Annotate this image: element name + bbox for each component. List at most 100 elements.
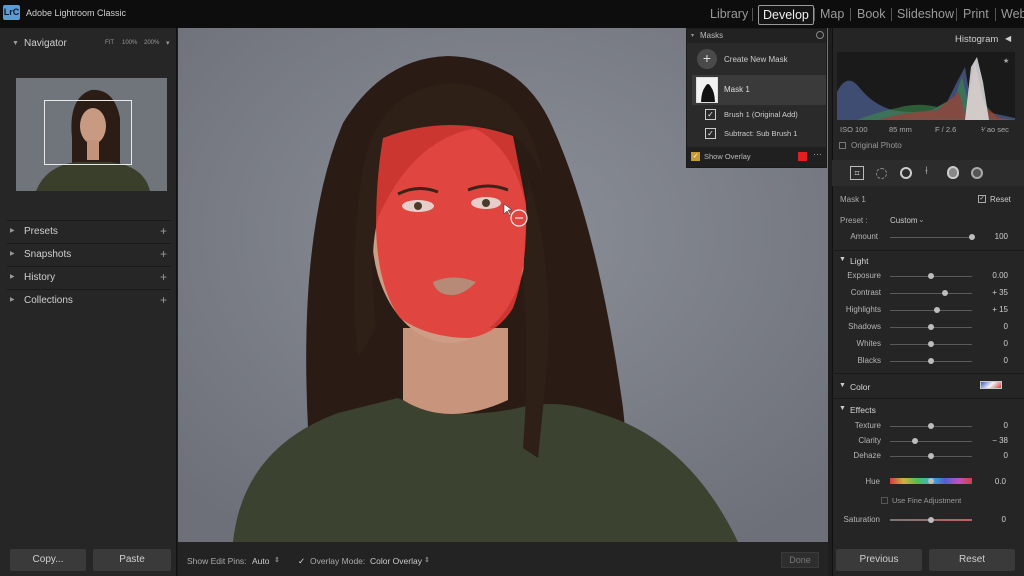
light-slider-label: Exposure xyxy=(847,271,881,280)
create-mask-plus-icon[interactable]: + xyxy=(697,49,717,69)
dropdown-arrows-icon[interactable]: ⇕ xyxy=(424,556,430,564)
left-section-collections[interactable]: ▶ Collections + xyxy=(7,289,171,311)
overlay-mode-select[interactable]: Color Overlay xyxy=(370,556,422,566)
preset-select[interactable]: Custom xyxy=(890,216,918,225)
create-new-mask-button[interactable]: Create New Mask xyxy=(724,55,788,64)
section-label: Presets xyxy=(24,226,58,237)
mask-reset-button[interactable]: Reset xyxy=(990,195,1011,204)
effects-slider-value[interactable]: 0 xyxy=(978,451,1008,460)
light-slider-knob[interactable] xyxy=(928,273,934,279)
light-section-title[interactable]: Light xyxy=(850,256,868,266)
masking-tool-icon[interactable] xyxy=(947,166,959,179)
effects-slider-value[interactable]: 0 xyxy=(978,421,1008,430)
histogram-chart[interactable] xyxy=(837,52,1015,120)
light-slider-knob[interactable] xyxy=(941,290,948,296)
collapse-triangle-icon[interactable]: ▼ xyxy=(839,405,846,412)
light-slider-value[interactable]: + 35 xyxy=(978,288,1008,297)
amount-track[interactable] xyxy=(890,237,972,238)
light-slider-track[interactable] xyxy=(890,293,972,294)
show-overlay-checkbox[interactable]: ✓ xyxy=(691,152,700,161)
overlay-color-swatch[interactable] xyxy=(798,152,807,161)
original-photo-checkbox[interactable] xyxy=(839,142,846,149)
subtract-component-checkbox[interactable]: ✓ xyxy=(705,128,716,139)
expand-triangle-icon: ▶ xyxy=(10,297,15,303)
add-collection-icon[interactable]: + xyxy=(160,293,167,307)
left-section-snapshots[interactable]: ▶ Snapshots + xyxy=(7,243,171,265)
light-slider-value[interactable]: 0.00 xyxy=(978,271,1008,280)
effects-section-title[interactable]: Effects xyxy=(850,405,876,415)
show-edit-pins-select[interactable]: Auto xyxy=(252,556,270,566)
navigator-view-rect[interactable] xyxy=(44,100,132,165)
effects-slider-knob[interactable] xyxy=(928,423,934,429)
adjustment-brush-icon[interactable] xyxy=(971,167,983,179)
color-section-title[interactable]: Color xyxy=(850,382,870,392)
brush-component-label[interactable]: Brush 1 (Original Add) xyxy=(724,110,798,119)
paste-button[interactable]: Paste xyxy=(93,549,171,571)
collapse-triangle-icon[interactable]: ▼ xyxy=(839,256,846,263)
amount-value[interactable]: 100 xyxy=(978,232,1008,241)
spot-removal-icon[interactable] xyxy=(876,168,887,179)
light-slider-knob[interactable] xyxy=(928,358,934,364)
color-swatch[interactable] xyxy=(980,381,1002,389)
collapse-triangle-icon[interactable]: ▼ xyxy=(12,40,19,47)
left-section-history[interactable]: ▶ History + xyxy=(7,266,171,288)
amount-knob[interactable] xyxy=(969,234,975,240)
history-add-icon[interactable]: + xyxy=(160,270,167,284)
hue-value[interactable]: 0.0 xyxy=(976,477,1006,486)
collapse-triangle-icon[interactable]: ▾ xyxy=(691,32,694,39)
effects-slider-value[interactable]: − 38 xyxy=(978,436,1008,445)
zoom-dropdown-icon[interactable]: ▾ xyxy=(166,39,170,47)
light-slider-track[interactable] xyxy=(890,310,972,311)
light-slider-value[interactable]: 0 xyxy=(978,339,1008,348)
light-slider-value[interactable]: 0 xyxy=(978,356,1008,365)
module-map[interactable]: Map xyxy=(820,5,844,25)
module-slideshow[interactable]: Slideshow xyxy=(897,5,954,25)
light-slider-value[interactable]: 0 xyxy=(978,322,1008,331)
subtract-component-label[interactable]: Subtract: Sub Brush 1 xyxy=(724,129,797,138)
light-slider-knob[interactable] xyxy=(933,307,940,313)
dropdown-arrows-icon[interactable]: ⇕ xyxy=(274,556,280,564)
effects-slider-track[interactable] xyxy=(890,441,972,442)
reset-button[interactable]: Reset xyxy=(929,549,1015,571)
zoom-fit[interactable]: FIT xyxy=(105,40,114,46)
brush-component-checkbox[interactable]: ✓ xyxy=(705,109,716,120)
chevron-down-icon[interactable]: ⌄ xyxy=(918,215,925,224)
done-button[interactable]: Done xyxy=(781,552,819,568)
saturation-knob[interactable] xyxy=(928,517,934,523)
crop-tool-icon[interactable]: ⌗ xyxy=(850,166,864,180)
zoom-200[interactable]: 200% xyxy=(144,40,159,46)
light-slider-label: Contrast xyxy=(850,288,881,297)
graduated-filter-icon[interactable]: ⟊ xyxy=(925,165,928,178)
light-slider-label: Whites xyxy=(856,339,881,348)
red-eye-icon[interactable] xyxy=(900,167,912,179)
saturation-value[interactable]: 0 xyxy=(976,515,1006,524)
add-preset-icon[interactable]: + xyxy=(160,224,167,238)
highlight-clipping-icon[interactable]: ★ xyxy=(1003,57,1009,65)
zoom-100[interactable]: 100% xyxy=(122,40,137,46)
light-slider-knob[interactable] xyxy=(928,324,934,330)
exif-shutter: ¹⁄ ao sec xyxy=(981,125,1009,134)
fine-adjustment-checkbox[interactable] xyxy=(881,497,888,504)
collapse-triangle-icon[interactable]: ◀ xyxy=(1005,34,1011,43)
masks-settings-icon[interactable] xyxy=(816,31,824,39)
light-slider-value[interactable]: + 15 xyxy=(978,305,1008,314)
light-slider-knob[interactable] xyxy=(928,341,934,347)
module-library[interactable]: Library xyxy=(710,5,748,25)
overlay-mode-checkbox[interactable]: ✓ xyxy=(298,556,305,567)
hue-knob[interactable] xyxy=(928,478,934,484)
add-snapshot-icon[interactable]: + xyxy=(160,247,167,261)
module-book[interactable]: Book xyxy=(857,5,886,25)
mask-name[interactable]: Mask 1 xyxy=(724,85,750,94)
collapse-triangle-icon[interactable]: ▼ xyxy=(839,382,846,389)
reset-checkbox[interactable]: ✓ xyxy=(978,195,986,203)
module-separator xyxy=(814,8,815,21)
module-print[interactable]: Print xyxy=(963,5,989,25)
more-options-icon[interactable]: ··· xyxy=(813,149,822,159)
module-develop[interactable]: Develop xyxy=(758,5,814,25)
left-section-presets[interactable]: ▶ Presets + xyxy=(7,220,171,242)
effects-slider-knob[interactable] xyxy=(928,453,934,459)
copy-button[interactable]: Copy... xyxy=(10,549,86,571)
previous-button[interactable]: Previous xyxy=(836,549,922,571)
module-web[interactable]: Web xyxy=(1001,5,1024,25)
bottom-toolbar: Show Edit Pins: Auto ⇕ ✓ Overlay Mode: C… xyxy=(178,542,828,576)
